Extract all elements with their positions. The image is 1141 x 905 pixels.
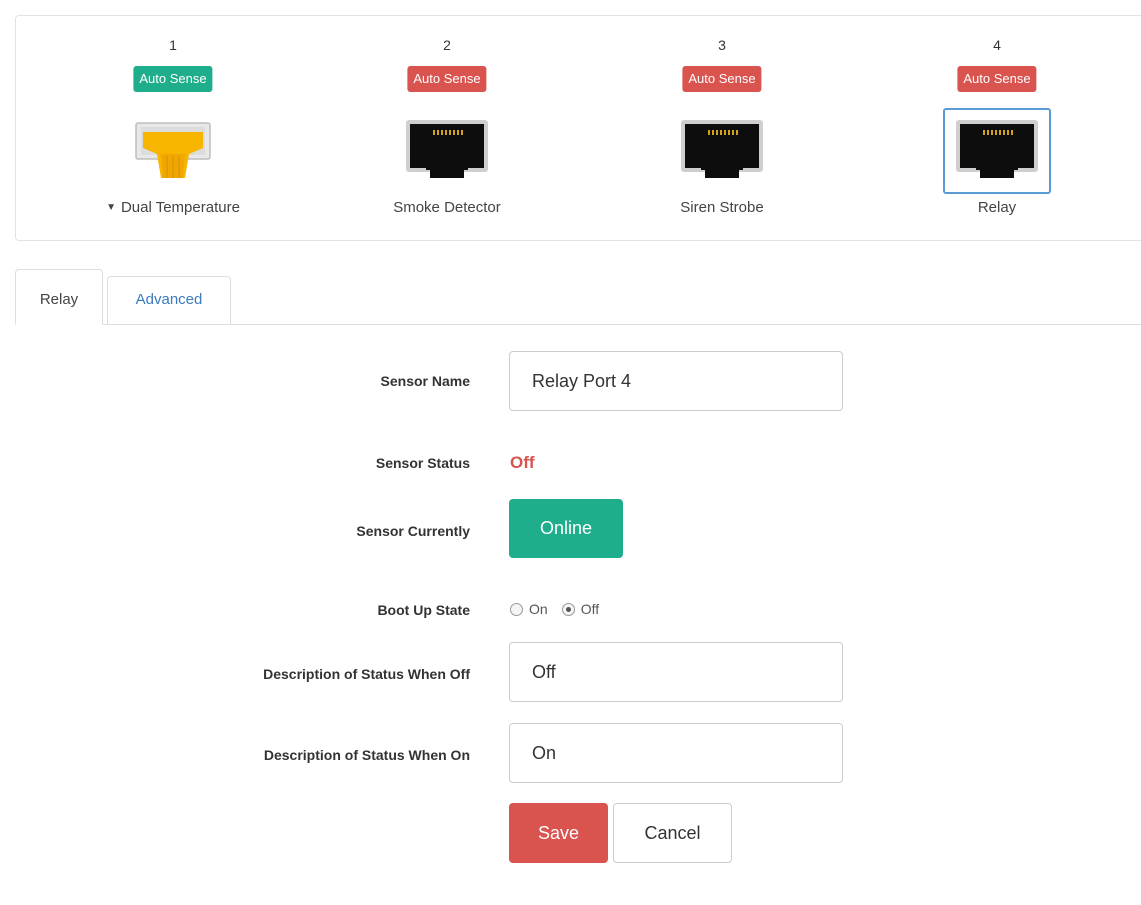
port-number: 1 [169, 37, 177, 53]
port-1[interactable]: 1 Auto Sense ▼ Dual Temperature [63, 16, 283, 242]
port-image[interactable] [668, 108, 776, 194]
boot-up-on-radio[interactable] [510, 602, 523, 616]
auto-sense-badge: Auto Sense [133, 66, 213, 92]
rj45-port-icon [681, 120, 763, 178]
cancel-button[interactable]: Cancel [613, 803, 732, 863]
port-2[interactable]: 2 Auto Sense Smoke Detector [337, 16, 557, 242]
caret-down-icon[interactable]: ▼ [106, 202, 116, 213]
desc-off-label: Description of Status When Off [263, 666, 470, 682]
boot-up-label: Boot Up State [377, 602, 470, 618]
port-3[interactable]: 3 Auto Sense Siren Strobe [612, 16, 832, 242]
port-number: 2 [443, 37, 451, 53]
port-label[interactable]: Siren Strobe [612, 199, 832, 216]
port-4[interactable]: 4 Auto Sense Relay [887, 16, 1107, 242]
sensor-currently-label: Sensor Currently [356, 523, 470, 539]
save-button[interactable]: Save [509, 803, 608, 863]
port-image[interactable] [119, 108, 227, 194]
boot-up-off-label[interactable]: Off [581, 601, 599, 617]
boot-up-off-radio[interactable] [561, 602, 575, 616]
rj45-port-icon [956, 120, 1038, 178]
sensor-name-label: Sensor Name [380, 373, 470, 389]
yellow-sensor-plug-icon [135, 122, 211, 178]
tab-bar: Relay Advanced [15, 268, 1141, 325]
boot-up-radio-group: On Off [510, 601, 607, 617]
sensor-status-label: Sensor Status [375, 455, 470, 471]
sensor-status-value: Off [510, 453, 535, 472]
port-number: 3 [718, 37, 726, 53]
port-image[interactable] [393, 108, 501, 194]
auto-sense-badge: Auto Sense [682, 66, 762, 92]
port-number: 4 [993, 37, 1001, 53]
tab-relay[interactable]: Relay [15, 269, 103, 325]
desc-off-input[interactable] [509, 642, 843, 702]
desc-on-input[interactable] [509, 723, 843, 783]
port-label[interactable]: Relay [887, 199, 1107, 216]
auto-sense-badge: Auto Sense [957, 66, 1037, 92]
port-panel: 1 Auto Sense ▼ Dual Temperature 2 Auto Se… [15, 15, 1141, 241]
online-status-button: Online [509, 499, 623, 558]
port-label[interactable]: ▼ Dual Temperature [63, 199, 283, 216]
sensor-name-input[interactable] [509, 351, 843, 411]
port-label[interactable]: Smoke Detector [337, 199, 557, 216]
desc-on-label: Description of Status When On [263, 747, 470, 763]
auto-sense-badge: Auto Sense [407, 66, 487, 92]
boot-up-on-label[interactable]: On [529, 601, 548, 617]
tab-advanced[interactable]: Advanced [107, 276, 231, 324]
port-image-selected[interactable] [943, 108, 1051, 194]
rj45-port-icon [406, 120, 488, 178]
